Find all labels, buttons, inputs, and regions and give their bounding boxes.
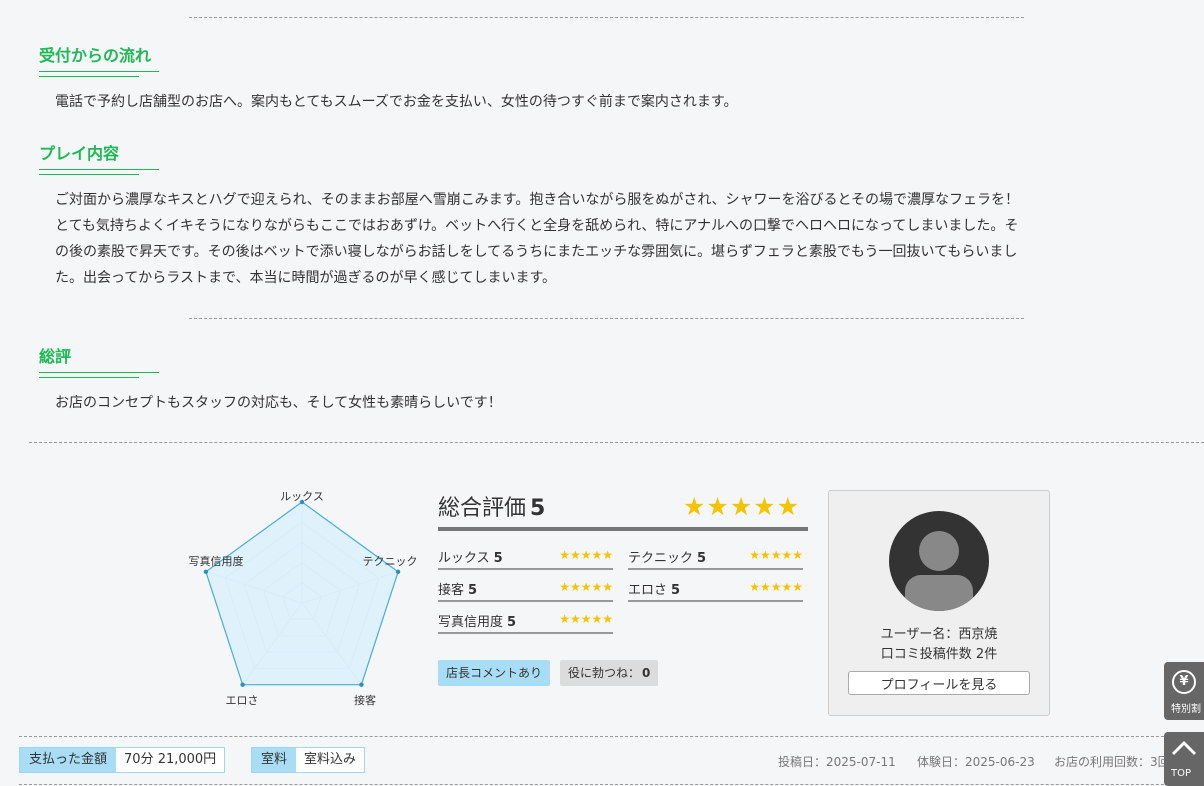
helpful-label: 役に勃つね： <box>568 666 641 680</box>
rating-label: エロさ <box>628 583 668 598</box>
text-line: た。出会ってからラストまで、本当に時間が過ぎるのが早く感じてしまいます。 <box>55 270 557 286</box>
text-line: とても気持ちよくイキそうになりながらもここではおあずけ。ベットへ行くと全身を舐め… <box>55 218 1019 234</box>
avatar <box>889 511 989 611</box>
star-icons: ★★★★★ <box>559 548 613 562</box>
special-discount-button[interactable]: ¥ 特別割 <box>1164 662 1204 720</box>
rating-score: 5 <box>468 583 478 598</box>
special-discount-label: 特別割 <box>1171 704 1201 715</box>
avatar-head <box>919 531 959 571</box>
back-to-top-button[interactable]: TOP <box>1164 732 1204 786</box>
rating-looks: ルックス 5 ★★★★★ <box>438 546 613 570</box>
section-underline <box>39 174 139 175</box>
radar-point <box>395 569 401 574</box>
rating-photo-trust: 写真信用度 5 ★★★★★ <box>438 610 613 634</box>
section-underline <box>39 372 159 373</box>
room-fee-value: 室料込み <box>304 752 357 767</box>
text-line: の後の素股で昇天です。その後はベットで添い寝しながらお話しをしてるうちにまたエッ… <box>55 244 1018 260</box>
radar-label-photo-trust: 写真信用度 <box>189 554 244 568</box>
profile-card: ユーザー名：西京焼 口コミ投稿件数 2件 プロフィールを見る <box>828 490 1050 716</box>
room-fee-box: 室料 室料込み <box>251 747 366 773</box>
rating-technique: テクニック 5 ★★★★★ <box>628 546 803 570</box>
room-fee-label: 室料 <box>252 748 297 772</box>
overall-rating-label: 総合評価 <box>438 496 527 521</box>
rating-label: ルックス <box>438 551 490 566</box>
visit-date: 体験日：2025-06-23 <box>917 755 1035 769</box>
divider-footer-top <box>19 736 1204 737</box>
helpful-button[interactable]: 役に勃つね： 0 <box>560 660 659 686</box>
rating-score: 5 <box>493 551 503 566</box>
overall-star-icons: ★★★★★ <box>683 492 801 521</box>
avatar-body <box>905 575 973 611</box>
section-text-flow: 電話で予約し店舗型のお店へ。案内もとてもスムーズでお金を支払い、女性の待つすぐ前… <box>55 94 738 110</box>
section-title-flow: 受付からの流れ <box>39 46 152 65</box>
view-profile-button[interactable]: プロフィールを見る <box>848 671 1030 695</box>
text-line: ご対面から濃厚なキスとハグで迎えられ、そのままお部屋へ雪崩こみます。抱き合いなが… <box>55 192 1020 208</box>
section-title-play: プレイ内容 <box>39 144 120 163</box>
review-count: 口コミ投稿件数 2件 <box>880 647 998 662</box>
section-text-play: ご対面から濃厚なキスとハグで迎えられ、そのままお部屋へ雪崩こみます。抱き合いなが… <box>55 187 1165 291</box>
rating-score: 5 <box>507 615 517 630</box>
chevron-up-icon <box>1164 740 1204 760</box>
post-date: 投稿日：2025-07-11 <box>778 755 896 769</box>
radar-point <box>359 682 364 687</box>
radar-label-eroticism: エロさ <box>226 694 259 707</box>
overall-rating-bar <box>438 527 808 531</box>
divider-footer-bottom <box>19 784 1204 785</box>
section-underline <box>39 71 159 72</box>
radar-value-polygon <box>205 501 399 686</box>
rating-label: 写真信用度 <box>438 615 504 630</box>
overall-rating: 総合評価 5 <box>438 490 545 522</box>
rating-score: 5 <box>697 551 707 566</box>
radar-label-service: 接客 <box>354 693 376 707</box>
radar-point <box>203 569 209 574</box>
star-icons: ★★★★★ <box>559 612 613 626</box>
rating-service: 接客 5 ★★★★★ <box>438 578 613 602</box>
rating-label: テクニック <box>628 551 694 566</box>
radar-label-looks: ルックス <box>280 490 324 503</box>
paid-amount-value: 70分 21,000円 <box>124 752 217 767</box>
rating-score: 5 <box>671 583 681 598</box>
section-title-summary: 総評 <box>39 347 72 366</box>
radar-label-technique: テクニック <box>363 555 418 568</box>
section-text-summary: お店のコンセプトもスタッフの対応も、そして女性も素晴らしいです！ <box>55 395 502 411</box>
user-name: ユーザー名：西京焼 <box>880 627 998 642</box>
divider-review-end <box>29 442 1204 443</box>
divider-middle <box>189 318 1024 319</box>
star-icons: ★★★★★ <box>749 580 803 594</box>
paid-amount-label: 支払った金額 <box>20 748 117 772</box>
rating-eroticism: エロさ 5 ★★★★★ <box>628 578 803 602</box>
star-icons: ★★★★★ <box>749 548 803 562</box>
divider-top <box>189 17 1024 18</box>
overall-rating-score: 5 <box>530 496 546 521</box>
section-underline <box>39 377 139 378</box>
section-underline <box>39 76 139 77</box>
rating-label: 接客 <box>438 583 465 598</box>
owner-comment-badge[interactable]: 店長コメントあり <box>438 660 551 686</box>
radar-point <box>240 682 245 687</box>
yen-icon: ¥ <box>1164 670 1204 694</box>
helpful-count: 0 <box>642 666 651 680</box>
star-icons: ★★★★★ <box>559 580 613 594</box>
section-underline <box>39 169 159 170</box>
paid-amount-box: 支払った金額 70分 21,000円 <box>19 747 226 773</box>
back-to-top-label: TOP <box>1171 768 1192 779</box>
radar-chart: ルックス テクニック 接客 エロさ 写真信用度 <box>189 490 418 707</box>
